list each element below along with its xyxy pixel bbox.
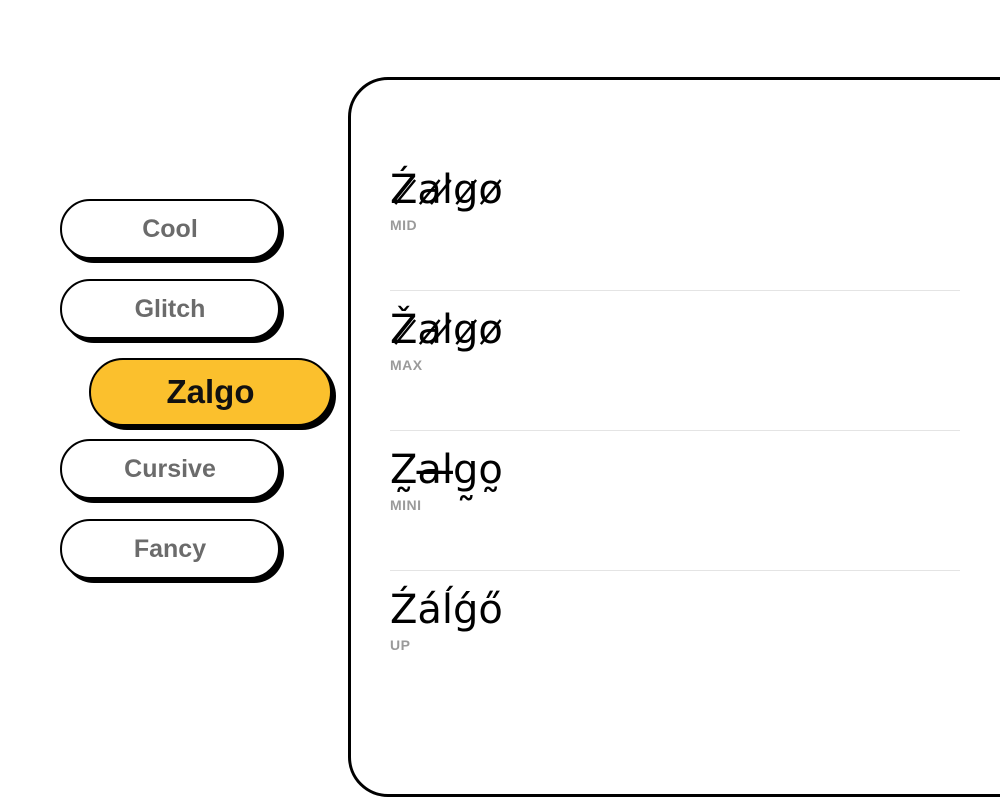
style-nav: Cool Glitch Zalgo Cursive Fancy xyxy=(0,0,340,750)
result-row: Ž̷a̷l̷g̷o̷ MAX xyxy=(390,290,960,430)
result-label: MAX xyxy=(390,357,423,373)
result-label: MINI xyxy=(390,497,422,513)
result-text[interactable]: Z̰a̶l̶g̰o̰ xyxy=(390,440,503,500)
result-row: Z̰a̶l̶g̰o̰ MINI xyxy=(390,430,960,570)
row-divider xyxy=(390,430,960,431)
result-text[interactable]: Ź̷a̷l̷g̷o̷ xyxy=(390,160,503,220)
row-divider xyxy=(390,570,960,571)
result-text[interactable]: Ž̷a̷l̷g̷o̷ xyxy=(390,300,503,360)
result-row: Źáĺǵő UP xyxy=(390,570,960,710)
style-button-zalgo[interactable]: Zalgo xyxy=(89,358,332,426)
result-text[interactable]: Źáĺǵő xyxy=(390,580,503,640)
style-button-cool[interactable]: Cool xyxy=(60,199,280,259)
row-divider xyxy=(390,290,960,291)
style-button-fancy[interactable]: Fancy xyxy=(60,519,280,579)
style-button-cursive[interactable]: Cursive xyxy=(60,439,280,499)
result-label: UP xyxy=(390,637,411,653)
result-label: MID xyxy=(390,217,418,233)
result-row: Ź̷a̷l̷g̷o̷ MID xyxy=(390,150,960,290)
style-button-glitch[interactable]: Glitch xyxy=(60,279,280,339)
